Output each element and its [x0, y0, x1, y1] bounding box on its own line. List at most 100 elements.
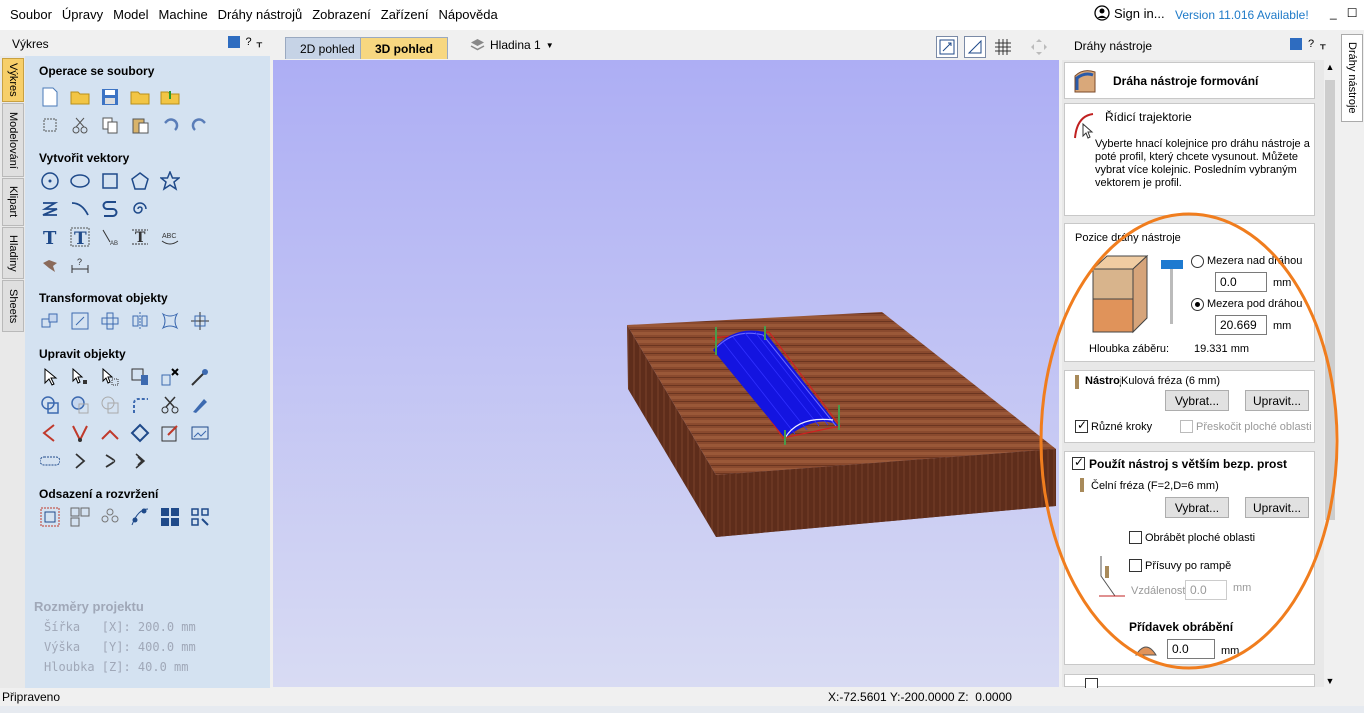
vector-bracket-icon[interactable] [69, 450, 91, 472]
version-link[interactable]: Version 11.016 Available! [1175, 8, 1309, 22]
scroll-up-icon[interactable]: ▲ [1323, 62, 1337, 72]
open-folder-icon[interactable] [69, 86, 91, 108]
fit-job-icon[interactable] [39, 114, 61, 136]
scale-icon[interactable] [69, 310, 91, 332]
ramp-moves-checkbox[interactable] [1129, 559, 1142, 572]
various-steps-checkbox[interactable] [1075, 418, 1088, 433]
skip-flat-checkbox[interactable] [1180, 420, 1193, 433]
chamfer-icon[interactable] [39, 422, 61, 444]
menu-devices[interactable]: Zařízení [376, 0, 434, 30]
help-icon[interactable]: ? [245, 36, 251, 49]
text-icon[interactable]: T [39, 226, 61, 248]
polygon-icon[interactable] [129, 170, 151, 192]
layer-dropdown[interactable]: Hladina 1 ▼ [470, 38, 554, 52]
menu-view[interactable]: Zobrazení [307, 0, 376, 30]
grid-icon[interactable] [992, 36, 1014, 58]
image-vector-icon[interactable] [189, 422, 211, 444]
vector-arrow-icon[interactable] [129, 450, 151, 472]
position-slider-handle[interactable] [1161, 260, 1183, 269]
tool-edit-button[interactable]: Upravit... [1245, 390, 1309, 411]
save-as-folder-icon[interactable] [129, 86, 151, 108]
save-icon[interactable] [99, 86, 121, 108]
tab-toolpaths-vertical[interactable]: Dráhy nástroje [1341, 34, 1363, 122]
spiral-icon[interactable] [129, 198, 151, 220]
menu-upravy[interactable]: Úpravy [57, 0, 108, 30]
new-file-icon[interactable] [39, 86, 61, 108]
rotate-icon[interactable] [99, 310, 121, 332]
rectangle-icon[interactable] [99, 170, 121, 192]
scroll-thumb[interactable] [1325, 80, 1335, 520]
node-edit-icon[interactable] [69, 366, 91, 388]
join-vectors-icon[interactable] [69, 422, 91, 444]
transform-select-icon[interactable] [99, 366, 121, 388]
pin-icon[interactable]: ᚁ [257, 36, 262, 49]
tab-clipart[interactable]: Klipart [2, 178, 24, 226]
menu-toolpaths[interactable]: Dráhy nástrojů [213, 0, 308, 30]
cut-icon[interactable] [69, 114, 91, 136]
tab-drawing[interactable]: Výkres [2, 58, 24, 102]
spline-icon[interactable] [99, 198, 121, 220]
menu-machine[interactable]: Machine [154, 0, 213, 30]
clearance-below-radio[interactable] [1191, 298, 1204, 311]
tab-3d-view[interactable]: 3D pohled [360, 37, 449, 59]
view-triangle-icon[interactable] [964, 36, 986, 58]
text-on-curve-icon[interactable]: AB [99, 226, 121, 248]
weld-icon[interactable] [39, 394, 61, 416]
ellipse-icon[interactable] [69, 170, 91, 192]
offset-icon[interactable] [39, 506, 61, 528]
star-icon[interactable] [159, 170, 181, 192]
knife-icon[interactable] [189, 394, 211, 416]
undo-icon[interactable] [159, 114, 181, 136]
scroll-down-icon[interactable]: ▼ [1323, 676, 1337, 686]
signin-button[interactable]: Sign in... [1094, 5, 1165, 21]
clearance-below-input[interactable]: 20.669 [1215, 315, 1267, 335]
text-arc-icon[interactable]: ABC [159, 226, 181, 248]
machine-flat-checkbox[interactable] [1129, 531, 1142, 544]
3d-viewport[interactable] [273, 60, 1059, 687]
polyline-icon[interactable] [39, 198, 61, 220]
extend-icon[interactable] [99, 422, 121, 444]
tab-modeling[interactable]: Modelování [2, 103, 24, 177]
menu-help[interactable]: Nápověda [433, 0, 502, 30]
subtract-icon[interactable] [69, 394, 91, 416]
restore-button[interactable]: ☐ [1347, 6, 1358, 20]
larger-tool-select-button[interactable]: Vybrat... [1165, 497, 1229, 518]
right-panel-scrollbar[interactable]: ▲ ▼ [1323, 62, 1337, 688]
use-larger-tool-checkbox[interactable] [1072, 455, 1085, 470]
menu-model[interactable]: Model [108, 0, 153, 30]
block-copy-icon[interactable] [159, 506, 181, 528]
zoom-fit-icon[interactable] [936, 36, 958, 58]
select-icon[interactable] [39, 366, 61, 388]
dock-icon[interactable] [228, 36, 241, 48]
pan-icon[interactable] [1028, 36, 1050, 58]
tab-2d-view[interactable]: 2D pohled [285, 37, 370, 59]
copy-icon[interactable] [99, 114, 121, 136]
nesting-icon[interactable] [69, 506, 91, 528]
minimize-button[interactable]: _ [1330, 6, 1337, 20]
tab-layers[interactable]: Hladiny [2, 227, 24, 279]
text-box-icon[interactable]: T [69, 226, 91, 248]
clearance-above-radio[interactable] [1191, 255, 1204, 268]
align-icon[interactable] [189, 310, 211, 332]
array-copy-icon[interactable] [99, 506, 121, 528]
dock-icon[interactable] [1290, 38, 1302, 50]
delete-vectors-icon[interactable] [159, 366, 181, 388]
tab-sheets[interactable]: Sheets [2, 280, 24, 332]
vector-chevron-icon[interactable] [99, 450, 121, 472]
pin-icon[interactable]: ᚁ [1320, 38, 1325, 51]
smart-bevel-icon[interactable] [189, 366, 211, 388]
larger-tool-edit-button[interactable]: Upravit... [1245, 497, 1309, 518]
clearance-above-input[interactable]: 0.0 [1215, 272, 1267, 292]
curve-icon[interactable] [69, 198, 91, 220]
redo-icon[interactable] [189, 114, 211, 136]
close-vectors-icon[interactable] [129, 422, 151, 444]
menu-soubor[interactable]: Soubor [5, 0, 57, 30]
allowance-input[interactable]: 0.0 [1167, 639, 1215, 659]
offset-shape-icon[interactable] [159, 422, 181, 444]
tool-select-button[interactable]: Vybrat... [1165, 390, 1229, 411]
help-icon[interactable]: ? [1308, 38, 1314, 51]
distort-icon[interactable] [159, 310, 181, 332]
paste-icon[interactable] [129, 114, 151, 136]
mirror-icon[interactable] [129, 310, 151, 332]
interactive-trim-icon[interactable] [129, 366, 151, 388]
